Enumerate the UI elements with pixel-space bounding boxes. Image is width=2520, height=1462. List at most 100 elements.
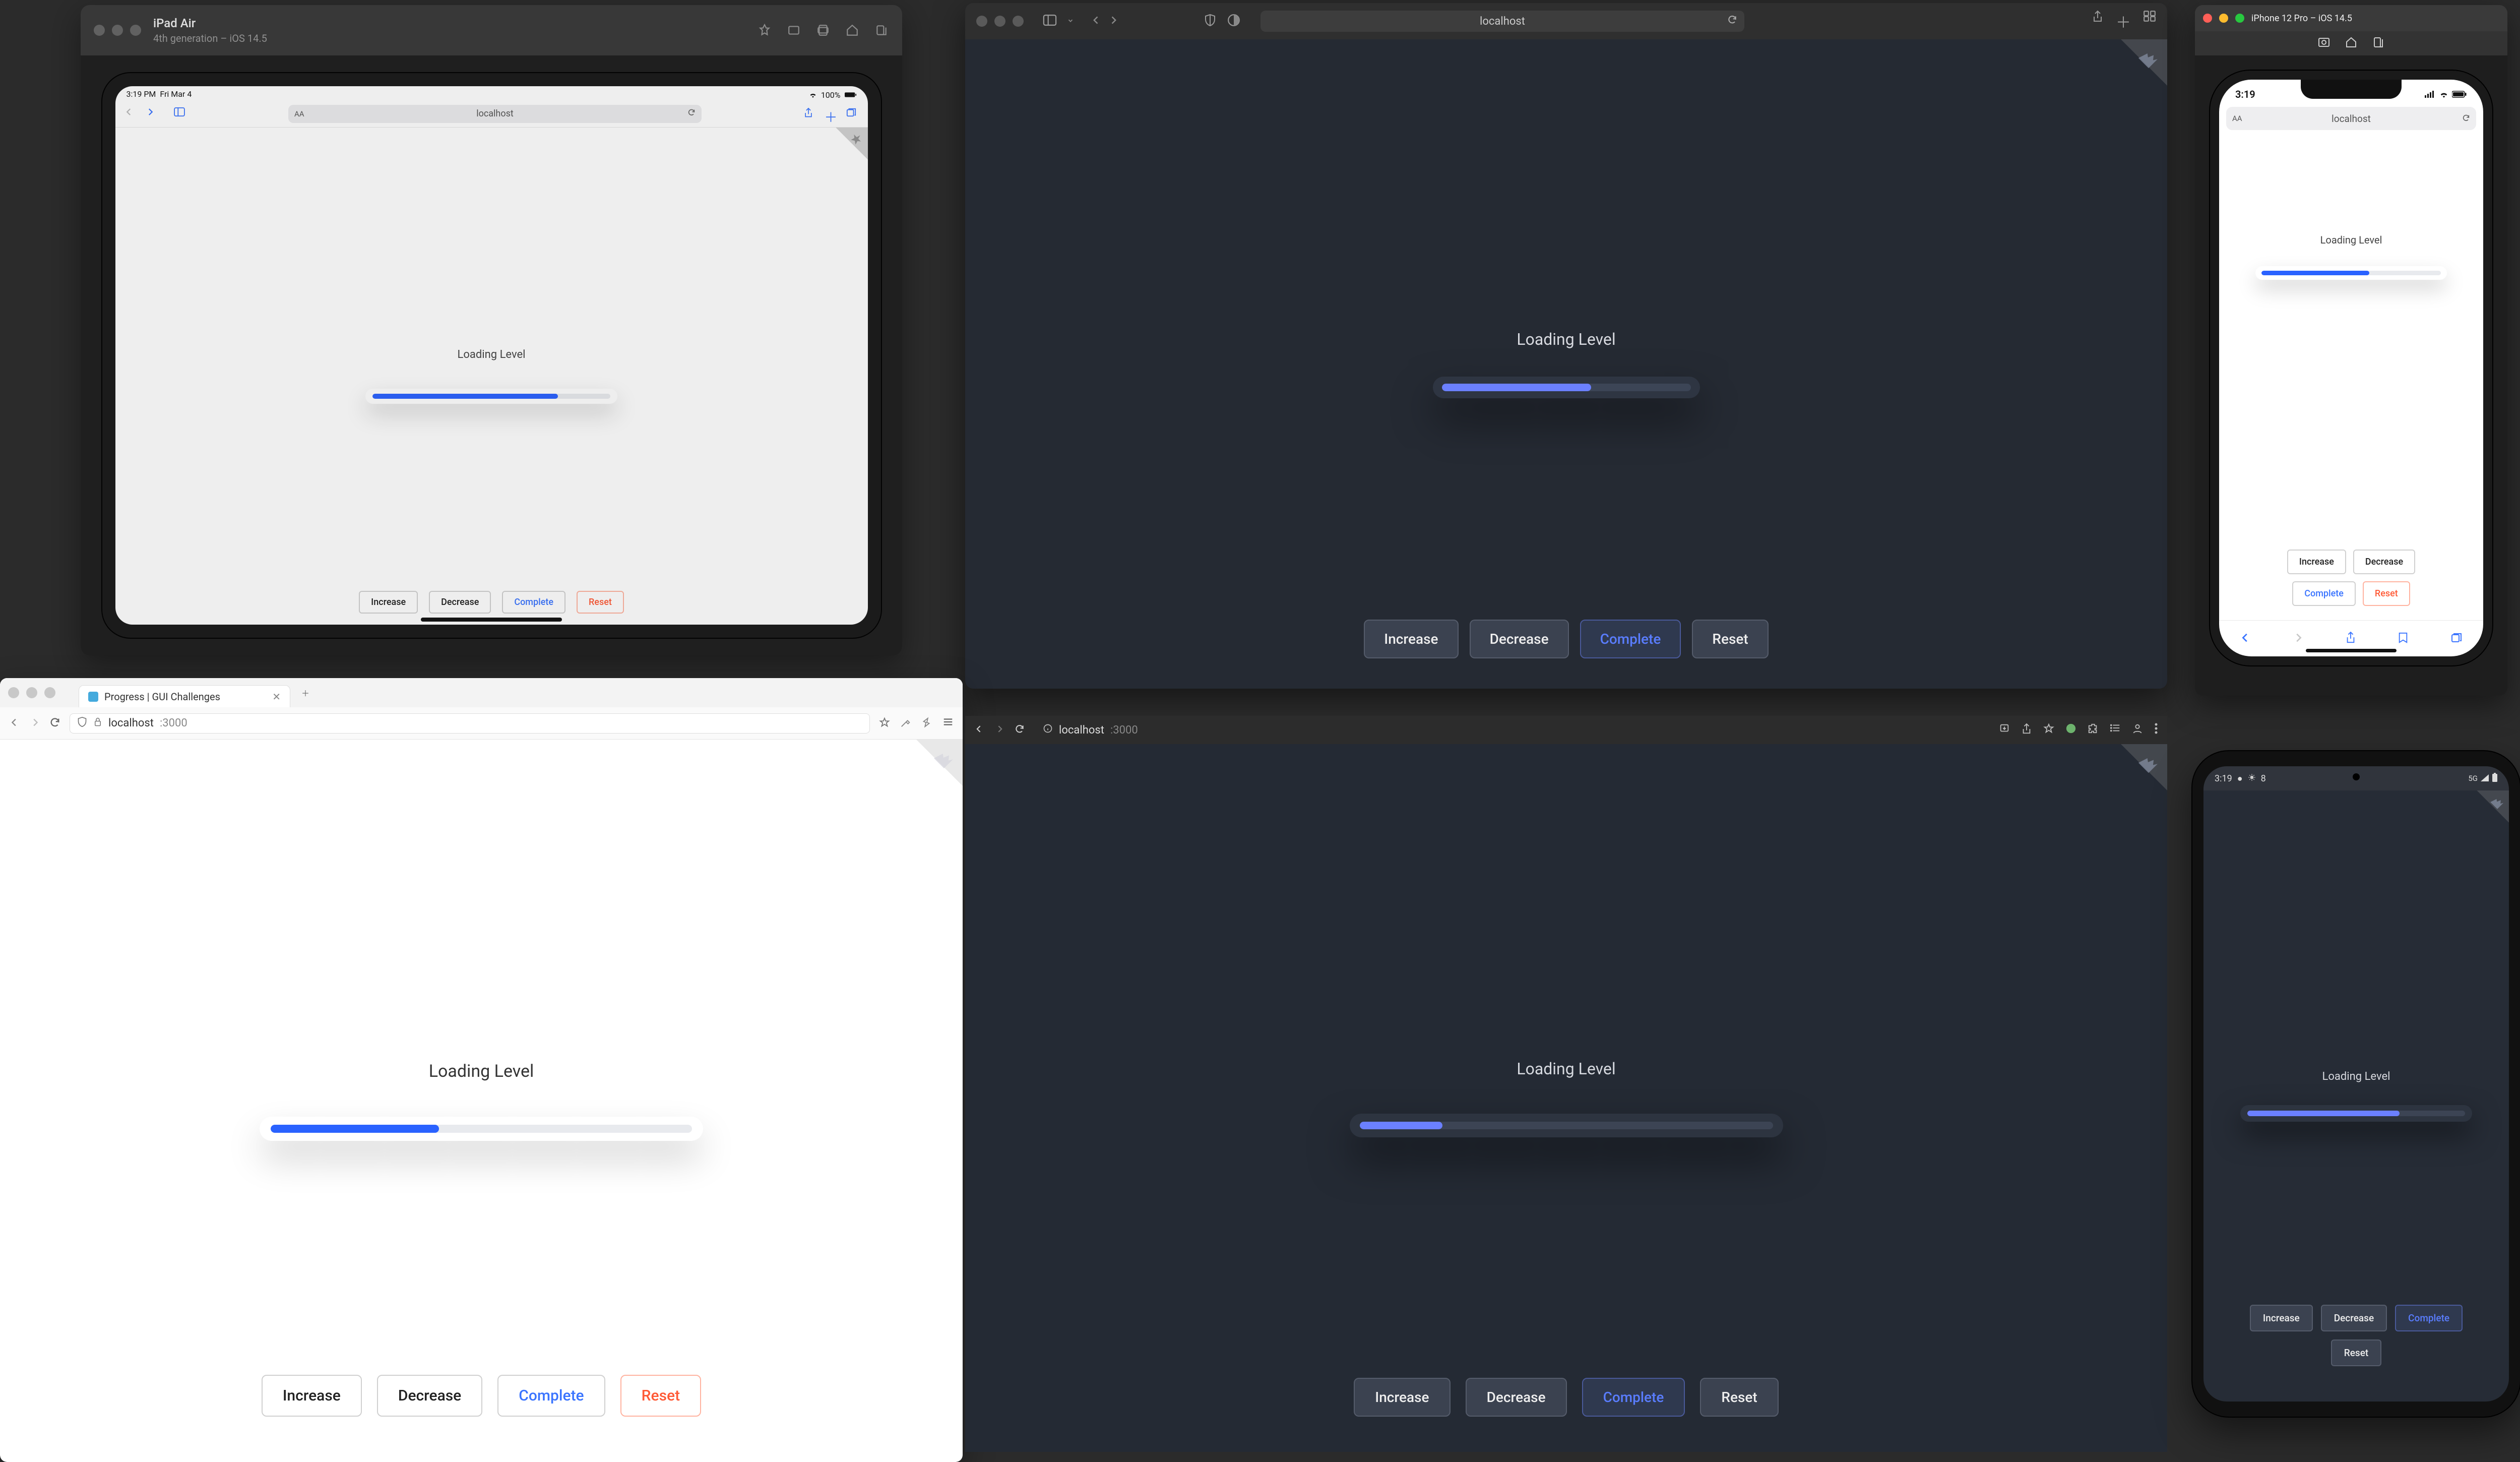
reload-icon[interactable] [687,108,696,119]
minimize-dot[interactable] [2219,14,2228,23]
close-dot[interactable] [976,16,987,27]
reload-icon[interactable] [1727,15,1737,28]
back-button[interactable] [1091,15,1101,27]
zoom-dot[interactable] [44,687,55,698]
info-icon[interactable] [1043,723,1053,737]
shield-icon[interactable] [1204,14,1216,29]
decrease-button[interactable]: Decrease [377,1375,482,1417]
complete-button[interactable]: Complete [1580,620,1681,658]
reset-button[interactable]: Reset [1692,620,1768,658]
reset-button[interactable]: Reset [2363,581,2410,606]
extension-a-icon[interactable] [2065,723,2076,737]
switcher-icon[interactable] [874,23,889,38]
decrease-button[interactable]: Decrease [429,591,491,614]
complete-button[interactable]: Complete [2395,1305,2463,1331]
active-tab[interactable]: Progress | GUI Challenges ✕ [79,685,290,707]
privacy-icon[interactable] [1227,14,1240,29]
close-dot[interactable] [8,687,19,698]
minimize-dot[interactable] [994,16,1005,27]
profile-icon[interactable] [2132,723,2143,737]
menu-icon[interactable] [942,717,954,730]
switcher-icon[interactable] [2372,36,2384,50]
complete-button[interactable]: Complete [502,591,565,614]
zoom-dot[interactable] [130,25,141,36]
forward-button[interactable] [2293,632,2304,645]
complete-button[interactable]: Complete [2292,581,2356,606]
back-button[interactable] [124,107,138,120]
devtools-icon[interactable] [921,717,932,730]
shield-icon[interactable] [77,716,87,730]
reload-icon[interactable] [1015,724,1025,736]
iphone-sim-titlebar[interactable]: iPhone 12 Pro – iOS 14.5 [2195,5,2507,31]
newtab-icon[interactable]: ＋ [825,107,838,120]
increase-button[interactable]: Increase [262,1375,362,1417]
url-field[interactable]: AA localhost [2226,107,2476,130]
url-field[interactable]: localhost [1261,11,1744,32]
close-dot[interactable] [2203,14,2212,23]
bookmark-icon[interactable] [2043,723,2054,737]
traffic-lights[interactable] [2203,14,2244,23]
forward-button[interactable] [994,724,1004,736]
increase-button[interactable]: Increase [359,591,418,614]
share-icon[interactable] [803,107,816,120]
share-icon[interactable] [2092,10,2104,32]
install-icon[interactable] [1999,723,2010,737]
more-icon[interactable] [2154,723,2158,737]
newtab-button[interactable]: ＋ [296,684,314,702]
reader-aa[interactable]: AA [294,109,304,118]
reload-icon[interactable] [49,717,60,730]
increase-button[interactable]: Increase [1364,620,1458,658]
reading-list-icon[interactable] [2110,723,2121,737]
zoom-dot[interactable] [2235,14,2244,23]
decrease-button[interactable]: Decrease [2353,550,2415,574]
sidebar-icon[interactable] [174,107,187,120]
decrease-button[interactable]: Decrease [2321,1305,2387,1331]
tabs-icon[interactable] [846,107,859,120]
back-button[interactable] [9,717,20,730]
screenshot-icon[interactable] [786,23,801,38]
zoom-dot[interactable] [1013,16,1024,27]
newtab-icon[interactable]: ＋ [2116,10,2131,32]
reset-button[interactable]: Reset [2331,1339,2381,1366]
complete-button[interactable]: Complete [1582,1378,1685,1417]
bookmark-icon[interactable] [879,717,890,730]
reload-icon[interactable] [2462,113,2470,125]
back-button[interactable] [974,724,984,736]
rotate-icon[interactable] [815,23,831,38]
reset-button[interactable]: Reset [1700,1378,1778,1417]
forward-button[interactable] [29,717,40,730]
share-icon[interactable] [2021,723,2032,737]
close-tab-icon[interactable]: ✕ [272,691,281,703]
reader-aa[interactable]: AA [2232,114,2242,123]
home-icon[interactable] [845,23,860,38]
url-field[interactable]: localhost:3000 [1035,720,1146,740]
pin-icon[interactable] [757,23,772,38]
screenshot-icon[interactable] [2318,37,2330,50]
forward-button[interactable] [146,107,159,120]
decrease-button[interactable]: Decrease [1470,620,1569,658]
home-indicator[interactable] [421,618,562,622]
home-icon[interactable] [2345,36,2357,50]
decrease-button[interactable]: Decrease [1466,1378,1567,1417]
minimize-dot[interactable] [26,687,37,698]
traffic-lights[interactable] [94,25,141,36]
increase-button[interactable]: Increase [1354,1378,1450,1417]
tabs-icon[interactable] [2450,632,2463,645]
reset-button[interactable]: Reset [577,591,624,614]
increase-button[interactable]: Increase [2287,550,2346,574]
traffic-lights[interactable] [976,16,1024,27]
share-icon[interactable] [2345,631,2356,646]
sidebar-icon[interactable] [1043,15,1057,28]
url-field[interactable]: AA localhost [288,105,702,123]
chevron-down-icon[interactable] [1067,17,1074,26]
ipad-sim-titlebar[interactable]: iPad Air 4th generation – iOS 14.5 [81,5,902,55]
extensions-icon[interactable] [2088,723,2099,737]
increase-button[interactable]: Increase [2250,1305,2313,1331]
home-indicator[interactable] [2306,649,2397,652]
back-button[interactable] [2240,632,2251,645]
bookmarks-icon[interactable] [2398,632,2409,646]
forward-button[interactable] [1108,15,1118,27]
complete-button[interactable]: Complete [497,1375,605,1417]
minimize-dot[interactable] [112,25,123,36]
url-field[interactable]: localhost:3000 [70,713,870,734]
